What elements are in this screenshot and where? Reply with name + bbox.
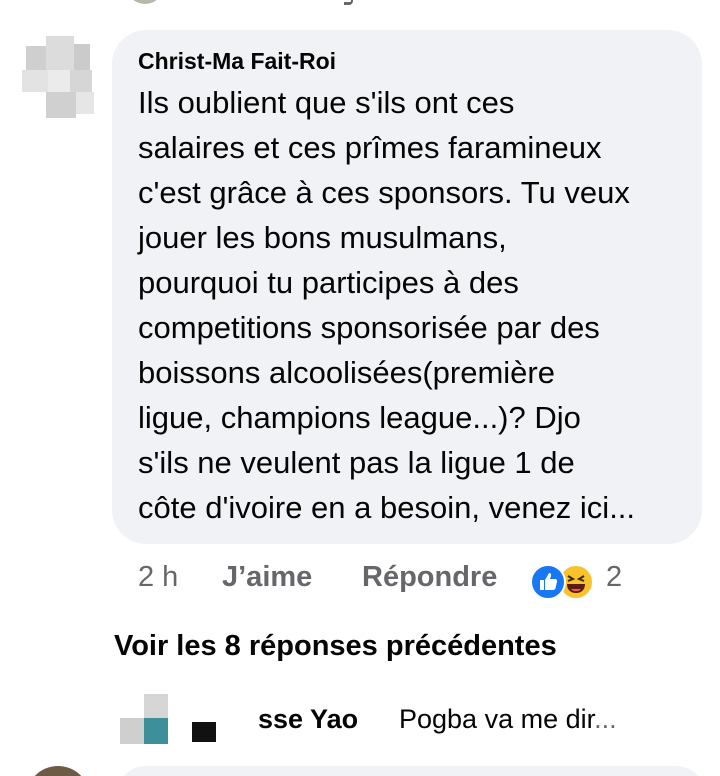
avatar-pixel [46,36,74,70]
comment-timestamp[interactable]: 2 h [138,561,178,594]
comment-text-line: Ils oublient que s'ils ont ces [138,85,515,120]
avatar-pixel [26,46,46,70]
avatar-pixel [120,718,144,744]
comment-text-line: pourquoi tu participes à des [138,265,519,300]
view-previous-replies-link[interactable]: Voir les 8 réponses précédentes [114,630,557,663]
comment-thread: Christ-Ma Fait-Roi Ils oublient que s'il… [0,0,720,776]
avatar-pixel [22,70,48,92]
previous-text-fragment [344,0,353,5]
author-avatar[interactable] [16,36,96,120]
comment-text-line: ligue, champions league...)? Djo [138,400,581,435]
avatar-pixel [192,722,216,742]
comment-text-line: c'est grâce à ces sponsors. Tu veux [138,175,630,210]
reactions-summary[interactable] [530,564,596,600]
reply-button[interactable]: Répondre [362,561,497,594]
next-comment-avatar[interactable] [26,766,90,776]
previous-avatar[interactable] [126,0,164,4]
comment-text-line: côte d'ivoire en a besoin, venez ici... [138,490,636,525]
next-comment-bubble [116,766,706,776]
avatar-pixel [46,92,76,118]
comment-text-line: competitions sponsorisée par des [138,310,600,345]
avatar-pixel [70,70,92,92]
comment-text-line: jouer les bons musulmans, [138,220,507,255]
reply-snippet-text: Pogba va me dir [399,704,595,734]
comment-text-line: s'ils ne veulent pas la ligue 1 de [138,445,575,480]
reaction-count[interactable]: 2 [606,561,622,594]
avatar-pixel [76,92,94,114]
comment-text: Ils oublient que s'ils ont ces salaires … [138,80,698,530]
reply-snippet-ellipsis: ... [594,704,617,734]
comment-text-line: salaires et ces prîmes faramineux [138,130,602,165]
avatar-pixel [74,44,90,70]
comment-author[interactable]: Christ-Ma Fait-Roi [138,48,336,75]
reply-preview-text[interactable]: Pogba va me dir... [399,704,617,735]
reply-author-name[interactable]: sse Yao [258,704,358,735]
avatar-pixel [48,70,70,92]
avatar-pixel [144,718,168,744]
avatar-pixel [144,694,168,718]
reply-author-avatar[interactable] [120,694,220,746]
comment-text-line: boissons alcoolisées(première [138,355,555,390]
like-reaction-icon [530,564,566,600]
like-button[interactable]: J’aime [222,561,312,594]
